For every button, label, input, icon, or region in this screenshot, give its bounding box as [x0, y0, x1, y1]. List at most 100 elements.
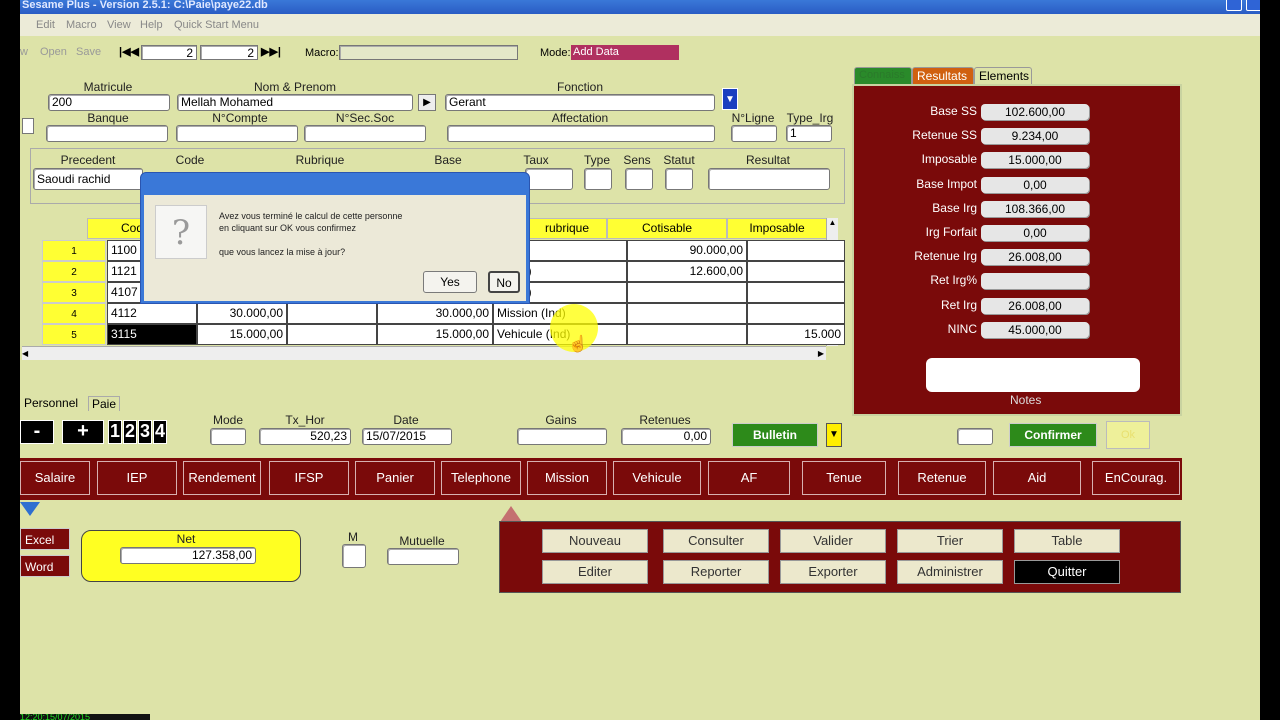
- next-arrow-button[interactable]: ▶: [418, 94, 436, 111]
- rubrique-button-tenue[interactable]: Tenue: [802, 461, 886, 495]
- grid-cell-c2[interactable]: 15.000,00: [197, 324, 287, 345]
- grid-cell-imp[interactable]: 15.000: [747, 324, 845, 345]
- grid-cell-cot[interactable]: [627, 303, 747, 324]
- row-number[interactable]: 2: [42, 261, 106, 282]
- ncompte-field[interactable]: [176, 125, 298, 142]
- fonction-dropdown-button[interactable]: ▼: [722, 88, 738, 110]
- bulletin-button[interactable]: Bulletin: [732, 423, 818, 447]
- grid-cell-imp[interactable]: [747, 261, 845, 282]
- notes-field[interactable]: [926, 358, 1140, 392]
- action-nouveau-button[interactable]: Nouveau: [542, 529, 648, 553]
- rubrique-button-encourag[interactable]: EnCourag.: [1092, 461, 1180, 495]
- ok-button[interactable]: Ok: [1106, 421, 1150, 449]
- page-1-button[interactable]: 1: [108, 420, 122, 444]
- open-button[interactable]: Open: [40, 46, 67, 58]
- macro-field[interactable]: [339, 45, 518, 60]
- fonction-field[interactable]: Gerant: [445, 94, 715, 111]
- nsecsoc-field[interactable]: [304, 125, 426, 142]
- small-confirm-field[interactable]: [957, 428, 993, 445]
- statut-field[interactable]: [665, 168, 693, 190]
- last-record-icon[interactable]: ▶▶|: [261, 45, 281, 58]
- grid-cell-c3[interactable]: [287, 324, 377, 345]
- sens-field[interactable]: [625, 168, 653, 190]
- affectation-field[interactable]: [447, 125, 715, 142]
- page-4-button[interactable]: 4: [153, 420, 167, 444]
- rubrique-button-vehicule[interactable]: Vehicule: [613, 461, 701, 495]
- net-field[interactable]: 127.358,00: [120, 547, 256, 564]
- page-2-button[interactable]: 2: [123, 420, 137, 444]
- no-button[interactable]: No: [488, 271, 520, 293]
- matricule-field[interactable]: 200: [48, 94, 170, 111]
- grid-cell-cot[interactable]: 12.600,00: [627, 261, 747, 282]
- rubrique-button-retenue[interactable]: Retenue: [898, 461, 986, 495]
- confirmer-button[interactable]: Confirmer: [1009, 423, 1097, 447]
- excel-button[interactable]: Excel: [20, 528, 70, 550]
- yes-button[interactable]: Yes: [423, 271, 477, 293]
- close-button[interactable]: [1246, 0, 1260, 11]
- txhor-field[interactable]: 520,23: [259, 428, 351, 445]
- action-valider-button[interactable]: Valider: [780, 529, 886, 553]
- rubrique-button-iep[interactable]: IEP: [97, 461, 177, 495]
- tab-elements[interactable]: Elements: [974, 67, 1032, 84]
- action-administrer-button[interactable]: Administrer: [897, 560, 1003, 584]
- new-button[interactable]: w: [20, 46, 28, 58]
- row-number[interactable]: 4: [42, 303, 106, 324]
- tab-resultats[interactable]: Resultats: [912, 67, 974, 84]
- gains-field[interactable]: [517, 428, 607, 445]
- nligne-field[interactable]: [731, 125, 777, 142]
- tab-connaiss[interactable]: Connaiss: [854, 67, 912, 84]
- grid-cell-imp[interactable]: [747, 303, 845, 324]
- retenues-field[interactable]: 0,00: [621, 428, 711, 445]
- record-to-field[interactable]: 2: [200, 45, 258, 60]
- grid-cell-c4[interactable]: 15.000,00: [377, 324, 493, 345]
- tab-personnel[interactable]: Personnel: [24, 396, 78, 410]
- menu-macro[interactable]: Macro: [66, 19, 97, 31]
- action-trier-button[interactable]: Trier: [897, 529, 1003, 553]
- grid-cell-c2[interactable]: 30.000,00: [197, 303, 287, 324]
- action-table-button[interactable]: Table: [1014, 529, 1120, 553]
- rubrique-button-rendement[interactable]: Rendement: [183, 461, 261, 495]
- mutuelle-field[interactable]: [387, 548, 459, 565]
- rubrique-button-panier[interactable]: Panier: [355, 461, 435, 495]
- date-field[interactable]: 15/07/2015: [362, 428, 452, 445]
- grid-hscroll[interactable]: ◀ ▶: [22, 346, 826, 360]
- precedent-field[interactable]: Saoudi rachid: [33, 168, 143, 190]
- action-consulter-button[interactable]: Consulter: [663, 529, 769, 553]
- minus-button[interactable]: -: [20, 420, 54, 444]
- banque-field[interactable]: [46, 125, 168, 142]
- grid-cell-cot[interactable]: 90.000,00: [627, 240, 747, 261]
- first-record-icon[interactable]: |◀◀: [119, 45, 139, 58]
- grid-cell-imp[interactable]: [747, 240, 845, 261]
- action-reporter-button[interactable]: Reporter: [663, 560, 769, 584]
- grid-cell-imp[interactable]: [747, 282, 845, 303]
- grid-cell-c3[interactable]: [287, 303, 377, 324]
- page-3-button[interactable]: 3: [138, 420, 152, 444]
- grid-cell-c4[interactable]: 30.000,00: [377, 303, 493, 324]
- bulletin-dropdown-button[interactable]: ▼: [826, 423, 842, 447]
- row-number[interactable]: 1: [42, 240, 106, 261]
- menu-edit[interactable]: Edit: [36, 19, 55, 31]
- resultat-field[interactable]: [708, 168, 830, 190]
- grid-cell-code[interactable]: 3115: [107, 324, 197, 345]
- typeirg-field[interactable]: 1: [786, 125, 832, 142]
- nom-field[interactable]: Mellah Mohamed: [177, 94, 413, 111]
- action-quitter-button[interactable]: Quitter: [1014, 560, 1120, 584]
- mode-paie-field[interactable]: [210, 428, 246, 445]
- tab-paie[interactable]: Paie: [88, 396, 121, 411]
- rubrique-button-af[interactable]: AF: [708, 461, 790, 495]
- grid-cell-cot[interactable]: [627, 324, 747, 345]
- action-editer-button[interactable]: Editer: [542, 560, 648, 584]
- rubrique-button-mission[interactable]: Mission: [527, 461, 607, 495]
- rubrique-button-salaire[interactable]: Salaire: [20, 461, 90, 495]
- save-button[interactable]: Save: [76, 46, 101, 58]
- rubrique-button-ifsp[interactable]: IFSP: [269, 461, 349, 495]
- action-exporter-button[interactable]: Exporter: [780, 560, 886, 584]
- menu-help[interactable]: Help: [140, 19, 163, 31]
- record-from-field[interactable]: 2: [141, 45, 197, 60]
- rubrique-button-telephone[interactable]: Telephone: [441, 461, 521, 495]
- grid-header-imposable[interactable]: Imposable: [727, 218, 827, 239]
- small-checkbox[interactable]: [22, 118, 34, 134]
- row-number[interactable]: 5: [42, 324, 106, 345]
- menu-quick-start[interactable]: Quick Start Menu: [174, 19, 259, 31]
- grid-header-cotisable[interactable]: Cotisable: [607, 218, 727, 239]
